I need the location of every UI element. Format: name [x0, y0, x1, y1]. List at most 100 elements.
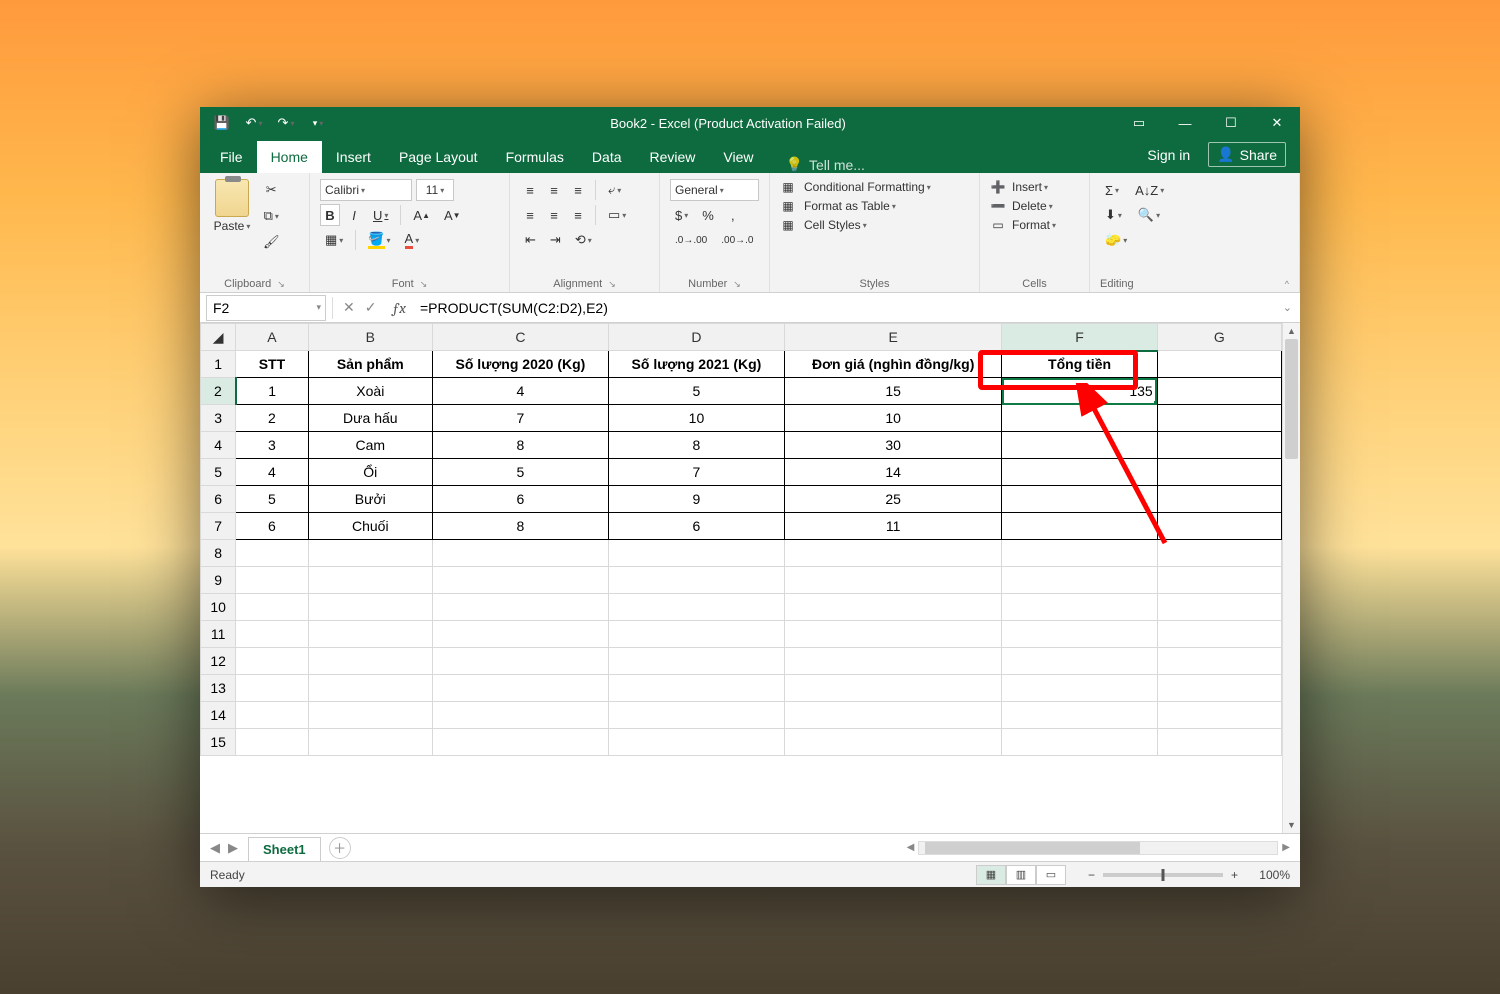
cell[interactable]	[1157, 702, 1281, 729]
cell[interactable]	[1002, 432, 1157, 459]
table-row[interactable]: 15	[201, 729, 1282, 756]
cell[interactable]	[1002, 540, 1157, 567]
cell[interactable]	[784, 621, 1001, 648]
cell[interactable]: Dưa hấu	[308, 405, 432, 432]
sign-in-link[interactable]: Sign in	[1147, 147, 1190, 163]
cell[interactable]	[784, 540, 1001, 567]
row-header[interactable]: 13	[201, 675, 236, 702]
cell[interactable]	[432, 729, 608, 756]
cell[interactable]: 14	[784, 459, 1001, 486]
cell[interactable]	[1157, 594, 1281, 621]
zoom-in-button[interactable]: +	[1231, 868, 1238, 882]
cell[interactable]: Số lượng 2020 (Kg)	[432, 351, 608, 378]
scroll-thumb[interactable]	[1285, 339, 1298, 459]
redo-button[interactable]: ↷	[274, 111, 298, 135]
underline-button[interactable]: U	[368, 204, 393, 226]
cell[interactable]	[236, 648, 308, 675]
column-headers[interactable]: ◢ A B C D E F G	[201, 324, 1282, 351]
save-icon[interactable]: 💾	[210, 111, 234, 135]
cell[interactable]	[236, 729, 308, 756]
row-header[interactable]: 8	[201, 540, 236, 567]
cell[interactable]: Ổi	[308, 459, 432, 486]
cell[interactable]	[1002, 567, 1157, 594]
expand-formula-bar-button[interactable]: ⌄	[1275, 301, 1300, 314]
maximize-button[interactable]: ☐	[1208, 107, 1254, 139]
cell[interactable]: 5	[432, 459, 608, 486]
row-header[interactable]: 12	[201, 648, 236, 675]
cell[interactable]	[784, 594, 1001, 621]
cell[interactable]	[608, 540, 784, 567]
cell[interactable]: Tổng tiền	[1002, 351, 1157, 378]
sheet-tab-sheet1[interactable]: Sheet1	[248, 837, 321, 861]
col-header-F[interactable]: F	[1002, 324, 1157, 351]
view-page-break-button[interactable]: ▭	[1036, 865, 1066, 885]
col-header-A[interactable]: A	[236, 324, 308, 351]
align-left-button[interactable]: ≡	[520, 204, 540, 226]
cell[interactable]	[236, 621, 308, 648]
minimize-button[interactable]: —	[1162, 107, 1208, 139]
cell[interactable]	[308, 702, 432, 729]
cell[interactable]: Đơn giá (nghìn đồng/kg)	[784, 351, 1001, 378]
cell[interactable]	[432, 675, 608, 702]
row-header[interactable]: 7	[201, 513, 236, 540]
align-middle-button[interactable]: ≡	[544, 179, 564, 201]
cell[interactable]	[236, 567, 308, 594]
view-page-layout-button[interactable]: ▥	[1006, 865, 1036, 885]
cell[interactable]	[308, 729, 432, 756]
cell[interactable]	[236, 594, 308, 621]
row-header[interactable]: 11	[201, 621, 236, 648]
zoom-percent[interactable]: 100%	[1246, 868, 1290, 882]
select-all-corner[interactable]: ◢	[201, 324, 236, 351]
cell[interactable]	[236, 702, 308, 729]
conditional-formatting-button[interactable]: ▦Conditional Formatting	[780, 179, 969, 195]
delete-cells-button[interactable]: ➖Delete	[990, 198, 1079, 214]
zoom-out-button[interactable]: −	[1088, 868, 1095, 882]
tab-data[interactable]: Data	[578, 141, 636, 173]
row-header[interactable]: 5	[201, 459, 236, 486]
cell[interactable]: 6	[608, 513, 784, 540]
table-row[interactable]: 32Dưa hấu71010	[201, 405, 1282, 432]
tab-view[interactable]: View	[709, 141, 767, 173]
collapse-ribbon-icon[interactable]: ^	[1285, 279, 1289, 289]
vertical-scrollbar[interactable]: ▲ ▼	[1282, 323, 1300, 833]
cell[interactable]: 8	[432, 513, 608, 540]
cell[interactable]	[1002, 459, 1157, 486]
cell[interactable]: 7	[608, 459, 784, 486]
fx-icon[interactable]: ƒx	[386, 299, 412, 317]
table-row[interactable]: 21Xoài4515135	[201, 378, 1282, 405]
copy-button[interactable]: ⧉	[258, 205, 285, 227]
tell-me-search[interactable]: 💡Tell me...	[768, 156, 1148, 173]
table-row[interactable]: 11	[201, 621, 1282, 648]
format-painter-button[interactable]: 🖌	[258, 231, 285, 253]
tab-page-layout[interactable]: Page Layout	[385, 141, 492, 173]
cell[interactable]	[308, 540, 432, 567]
wrap-text-button[interactable]: ⤶	[603, 179, 626, 201]
table-row[interactable]: 10	[201, 594, 1282, 621]
increase-decimal-button[interactable]: .0→.00	[670, 229, 712, 251]
col-header-E[interactable]: E	[784, 324, 1001, 351]
cell[interactable]: Xoài	[308, 378, 432, 405]
sheet-nav-prev[interactable]: ◀	[210, 840, 220, 856]
tab-file[interactable]: File	[206, 141, 257, 173]
cell[interactable]	[608, 702, 784, 729]
cell[interactable]: 4	[432, 378, 608, 405]
cell[interactable]	[1157, 567, 1281, 594]
cell[interactable]	[1002, 702, 1157, 729]
row-header[interactable]: 1	[201, 351, 236, 378]
clipboard-launcher-icon[interactable]: ↘	[277, 279, 285, 290]
table-row[interactable]: 8	[201, 540, 1282, 567]
cell[interactable]	[432, 540, 608, 567]
cell[interactable]	[432, 594, 608, 621]
number-format-select[interactable]: General	[670, 179, 759, 201]
sort-filter-button[interactable]: A↓Z	[1130, 179, 1169, 201]
col-header-C[interactable]: C	[432, 324, 608, 351]
sheet-nav-next[interactable]: ▶	[228, 840, 238, 856]
row-header[interactable]: 15	[201, 729, 236, 756]
cell[interactable]: 10	[784, 405, 1001, 432]
row-header[interactable]: 2	[201, 378, 236, 405]
cell[interactable]	[608, 594, 784, 621]
cell[interactable]: 9	[608, 486, 784, 513]
cell[interactable]: Số lượng 2021 (Kg)	[608, 351, 784, 378]
cell[interactable]	[1157, 459, 1281, 486]
merge-center-button[interactable]: ▭	[603, 204, 631, 226]
